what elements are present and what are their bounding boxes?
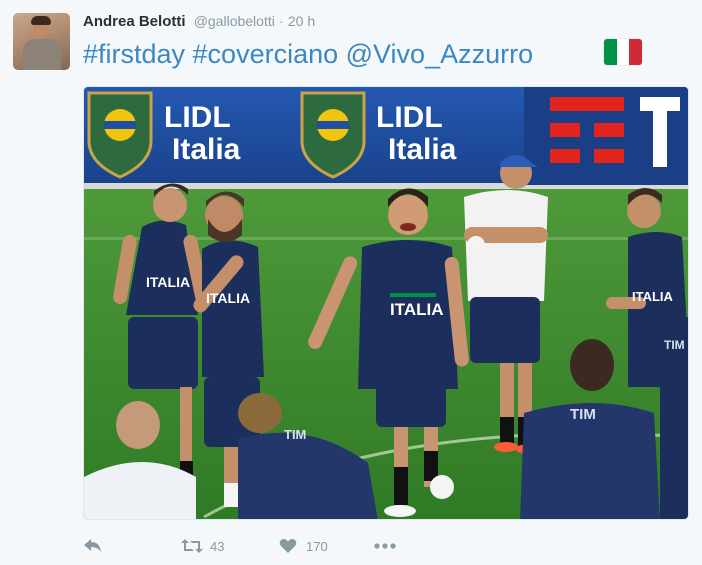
author-name[interactable]: Andrea Belotti: [83, 13, 186, 30]
tweet-photo[interactable]: LIDL Italia LIDL Italia ITALIA ITALIA IT…: [83, 86, 689, 520]
sponsor-text-1: TIM: [570, 406, 596, 423]
avatar-hair: [31, 16, 51, 25]
reply-icon[interactable]: [83, 538, 103, 554]
avatar[interactable]: [13, 13, 70, 70]
shirt-text-4: ITALIA: [632, 289, 674, 304]
tweet: Andrea Belotti @gallobelotti · 20 h #fir…: [0, 0, 702, 565]
retweet-action[interactable]: 43: [180, 533, 224, 559]
figc-shield-2: [300, 91, 366, 179]
sponsor-text-2: TIM: [664, 338, 685, 352]
banner-italia-2: Italia: [388, 133, 457, 166]
banner-italia-1: Italia: [172, 133, 241, 166]
tweet-text[interactable]: #firstday #coverciano @Vivo_Azzurro: [83, 36, 533, 72]
tim-logo: [524, 87, 688, 185]
flag-white-band: [616, 39, 630, 65]
shirt-text-1: ITALIA: [146, 274, 190, 290]
italy-flag-emoji: [604, 39, 642, 65]
flag-red-band: [629, 39, 642, 65]
avatar-shirt: [23, 39, 61, 70]
retweet-icon[interactable]: [180, 538, 204, 554]
tweet-header: Andrea Belotti @gallobelotti · 20 h: [83, 11, 315, 31]
banner-lidl-2: LIDL: [376, 101, 443, 134]
heart-icon[interactable]: [279, 538, 297, 554]
shirt-text-2: ITALIA: [206, 290, 250, 306]
figc-shield-1: [87, 91, 153, 179]
separator-dot: ·: [279, 13, 284, 29]
banner-lidl-1: LIDL: [164, 101, 231, 134]
like-count: 170: [306, 538, 328, 554]
like-action[interactable]: 170: [279, 533, 328, 559]
tweet-time[interactable]: 20 h: [288, 13, 315, 29]
more-action[interactable]: [373, 533, 397, 559]
photo-scene: LIDL Italia LIDL Italia ITALIA ITALIA IT…: [84, 87, 688, 519]
retweet-count: 43: [210, 538, 225, 554]
more-icon[interactable]: [373, 542, 397, 550]
sponsor-text-3: TIM: [284, 427, 306, 442]
flag-green-band: [604, 39, 617, 65]
reply-action[interactable]: [83, 533, 103, 559]
author-handle[interactable]: @gallobelotti: [194, 13, 275, 29]
shirt-text-3: ITALIA: [390, 300, 444, 319]
